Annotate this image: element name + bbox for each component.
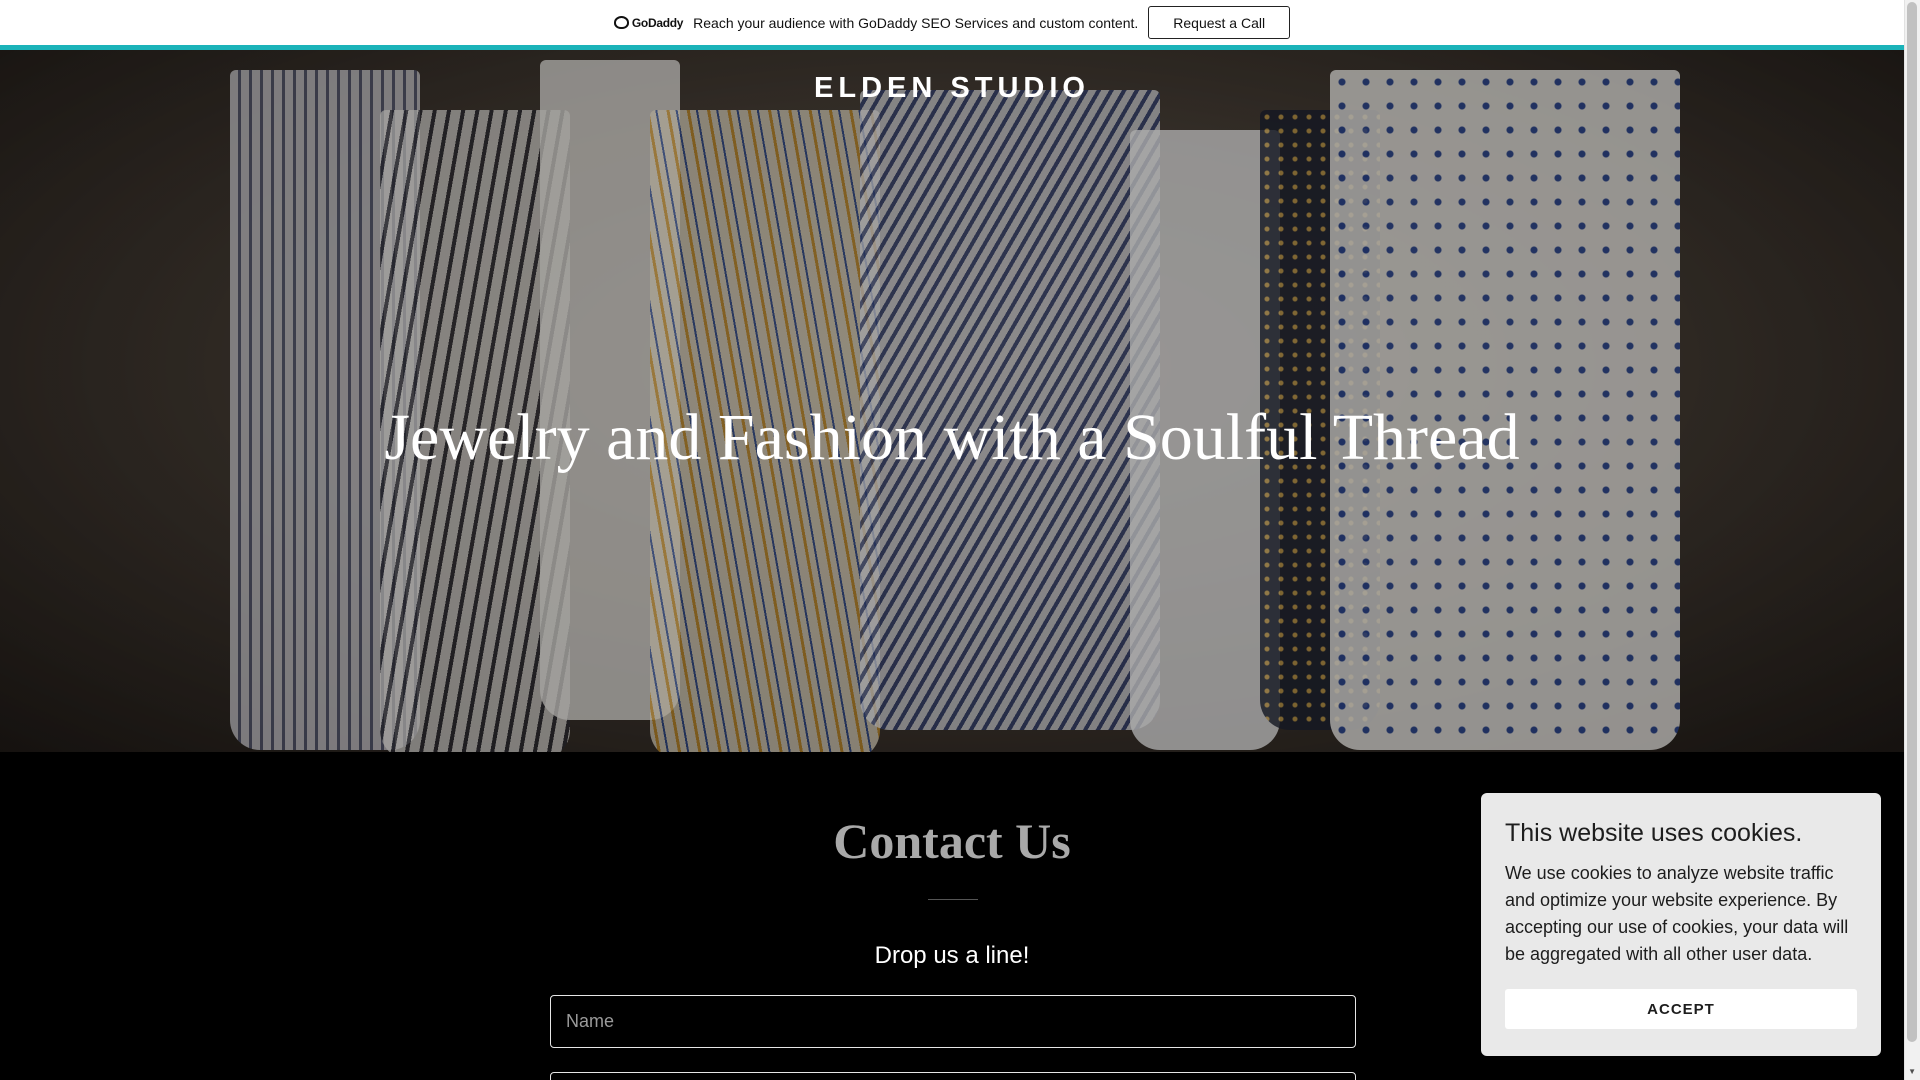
promo-message: Reach your audience with GoDaddy SEO Ser…: [693, 14, 1139, 31]
hero-section: ELDEN STUDIO Jewelry and Fashion with a …: [0, 50, 1904, 752]
page-scrollbar[interactable]: ▼: [1904, 0, 1920, 1080]
godaddy-logo-icon: [613, 16, 629, 29]
godaddy-logo-text: GoDaddy: [631, 15, 684, 30]
godaddy-logo: GoDaddy: [613, 15, 684, 30]
cookie-banner: This website uses cookies. We use cookie…: [1481, 793, 1881, 1056]
accept-cookies-button[interactable]: ACCEPT: [1505, 989, 1857, 1029]
cookie-title: This website uses cookies.: [1505, 819, 1803, 847]
site-brand[interactable]: ELDEN STUDIO: [0, 72, 1904, 105]
promo-banner: GoDaddy Reach your audience with GoDaddy…: [0, 0, 1904, 45]
cookie-body: We use cookies to analyze website traffi…: [1505, 863, 1849, 964]
request-call-button[interactable]: Request a Call: [1148, 6, 1291, 39]
contact-divider: [928, 899, 978, 900]
hero-title: Jewelry and Fashion with a Soulful Threa…: [384, 401, 1520, 474]
scroll-down-arrow-icon[interactable]: ▼: [1908, 1068, 1916, 1076]
page: GoDaddy Reach your audience with GoDaddy…: [0, 0, 1920, 1080]
name-input[interactable]: [550, 995, 1356, 1048]
email-input[interactable]: [550, 1072, 1356, 1080]
scrollbar-thumb[interactable]: [1907, 2, 1917, 1042]
